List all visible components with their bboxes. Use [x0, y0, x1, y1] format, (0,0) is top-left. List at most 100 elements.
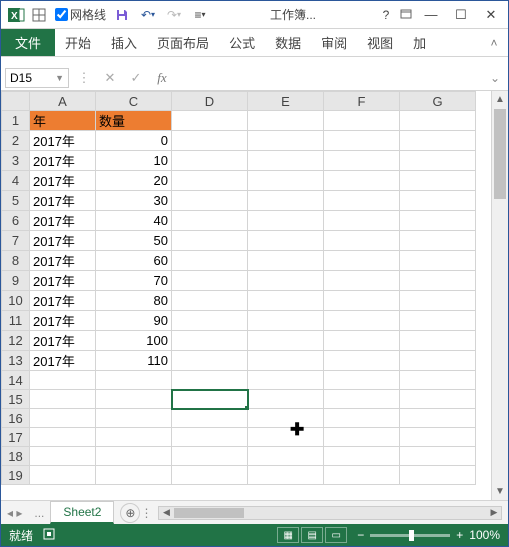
- cell-G9[interactable]: [400, 271, 476, 291]
- tab-view[interactable]: 视图: [357, 29, 403, 56]
- formula-input[interactable]: [177, 68, 482, 88]
- ribbon-collapse-icon[interactable]: ˄: [480, 29, 508, 56]
- cell-G7[interactable]: [400, 231, 476, 251]
- row-header-7[interactable]: 7: [2, 231, 30, 251]
- cell-E2[interactable]: [248, 131, 324, 151]
- sheet-tab-active[interactable]: Sheet2: [50, 501, 114, 524]
- row-header-6[interactable]: 6: [2, 211, 30, 231]
- cell-C11[interactable]: 90: [96, 311, 172, 331]
- scroll-up-icon[interactable]: ▲: [492, 91, 508, 108]
- close-button[interactable]: ✕: [476, 4, 506, 26]
- zoom-out-button[interactable]: −: [357, 528, 364, 542]
- row-header-11[interactable]: 11: [2, 311, 30, 331]
- row-header-5[interactable]: 5: [2, 191, 30, 211]
- zoom-in-button[interactable]: +: [456, 528, 463, 542]
- cell-D11[interactable]: [172, 311, 248, 331]
- minimize-button[interactable]: —: [416, 4, 446, 26]
- cell-D16[interactable]: [172, 409, 248, 428]
- row-header-2[interactable]: 2: [2, 131, 30, 151]
- cell-C9[interactable]: 70: [96, 271, 172, 291]
- cell-D17[interactable]: [172, 428, 248, 447]
- qat-grid-icon[interactable]: [29, 5, 49, 25]
- cell-G14[interactable]: [400, 371, 476, 390]
- cell-G17[interactable]: [400, 428, 476, 447]
- cell-C1[interactable]: 数量: [96, 111, 172, 131]
- cell-F17[interactable]: [324, 428, 400, 447]
- cell-C2[interactable]: 0: [96, 131, 172, 151]
- cell-A1[interactable]: 年: [30, 111, 96, 131]
- cell-C3[interactable]: 10: [96, 151, 172, 171]
- cell-E10[interactable]: [248, 291, 324, 311]
- view-page-break-button[interactable]: ▭: [325, 527, 347, 543]
- cell-D13[interactable]: [172, 351, 248, 371]
- cell-E8[interactable]: [248, 251, 324, 271]
- cell-E19[interactable]: [248, 466, 324, 485]
- cell-G11[interactable]: [400, 311, 476, 331]
- row-header-19[interactable]: 19: [2, 466, 30, 485]
- cell-A19[interactable]: [30, 466, 96, 485]
- cell-D14[interactable]: [172, 371, 248, 390]
- row-header-15[interactable]: 15: [2, 390, 30, 409]
- save-icon[interactable]: [112, 5, 132, 25]
- cell-E15[interactable]: [248, 390, 324, 409]
- tab-home[interactable]: 开始: [55, 29, 101, 56]
- cell-E17[interactable]: [248, 428, 324, 447]
- cell-G3[interactable]: [400, 151, 476, 171]
- cell-C18[interactable]: [96, 447, 172, 466]
- cell-A3[interactable]: 2017年: [30, 151, 96, 171]
- cell-A13[interactable]: 2017年: [30, 351, 96, 371]
- scroll-thumb[interactable]: [494, 109, 506, 199]
- sheet-splitter[interactable]: ⋮: [140, 506, 152, 520]
- col-header-G[interactable]: G: [400, 92, 476, 111]
- fx-icon[interactable]: fx: [151, 68, 173, 88]
- cell-E5[interactable]: [248, 191, 324, 211]
- cell-D4[interactable]: [172, 171, 248, 191]
- cell-G13[interactable]: [400, 351, 476, 371]
- cell-F15[interactable]: [324, 390, 400, 409]
- cell-F2[interactable]: [324, 131, 400, 151]
- cell-E1[interactable]: [248, 111, 324, 131]
- cell-F14[interactable]: [324, 371, 400, 390]
- cell-D10[interactable]: [172, 291, 248, 311]
- cell-C13[interactable]: 110: [96, 351, 172, 371]
- row-header-18[interactable]: 18: [2, 447, 30, 466]
- cell-A4[interactable]: 2017年: [30, 171, 96, 191]
- cell-A16[interactable]: [30, 409, 96, 428]
- cell-D18[interactable]: [172, 447, 248, 466]
- cell-G1[interactable]: [400, 111, 476, 131]
- cell-F10[interactable]: [324, 291, 400, 311]
- cell-A10[interactable]: 2017年: [30, 291, 96, 311]
- cell-D15[interactable]: [172, 390, 248, 409]
- cell-D1[interactable]: [172, 111, 248, 131]
- maximize-button[interactable]: ☐: [446, 4, 476, 26]
- cell-G16[interactable]: [400, 409, 476, 428]
- cell-E14[interactable]: [248, 371, 324, 390]
- cell-F13[interactable]: [324, 351, 400, 371]
- cell-A14[interactable]: [30, 371, 96, 390]
- cell-G15[interactable]: [400, 390, 476, 409]
- tab-formulas[interactable]: 公式: [219, 29, 265, 56]
- sheet-nav[interactable]: ◂ ▸: [1, 506, 28, 520]
- cell-C17[interactable]: [96, 428, 172, 447]
- cell-A5[interactable]: 2017年: [30, 191, 96, 211]
- cell-A15[interactable]: [30, 390, 96, 409]
- cell-D6[interactable]: [172, 211, 248, 231]
- hscroll-thumb[interactable]: [174, 508, 244, 518]
- cell-A17[interactable]: [30, 428, 96, 447]
- cell-F1[interactable]: [324, 111, 400, 131]
- cell-E9[interactable]: [248, 271, 324, 291]
- cell-D2[interactable]: [172, 131, 248, 151]
- scroll-right-icon[interactable]: ▶: [487, 507, 501, 519]
- cell-A6[interactable]: 2017年: [30, 211, 96, 231]
- record-macro-icon[interactable]: [43, 528, 55, 543]
- gridlines-checkbox[interactable]: [55, 8, 68, 21]
- row-header-13[interactable]: 13: [2, 351, 30, 371]
- cell-F19[interactable]: [324, 466, 400, 485]
- cell-A8[interactable]: 2017年: [30, 251, 96, 271]
- cell-grid[interactable]: ACDEFG1年数量22017年032017年1042017年2052017年3…: [1, 91, 491, 500]
- scroll-left-icon[interactable]: ◀: [159, 507, 173, 519]
- cell-G4[interactable]: [400, 171, 476, 191]
- cell-E6[interactable]: [248, 211, 324, 231]
- col-header-E[interactable]: E: [248, 92, 324, 111]
- tab-insert[interactable]: 插入: [101, 29, 147, 56]
